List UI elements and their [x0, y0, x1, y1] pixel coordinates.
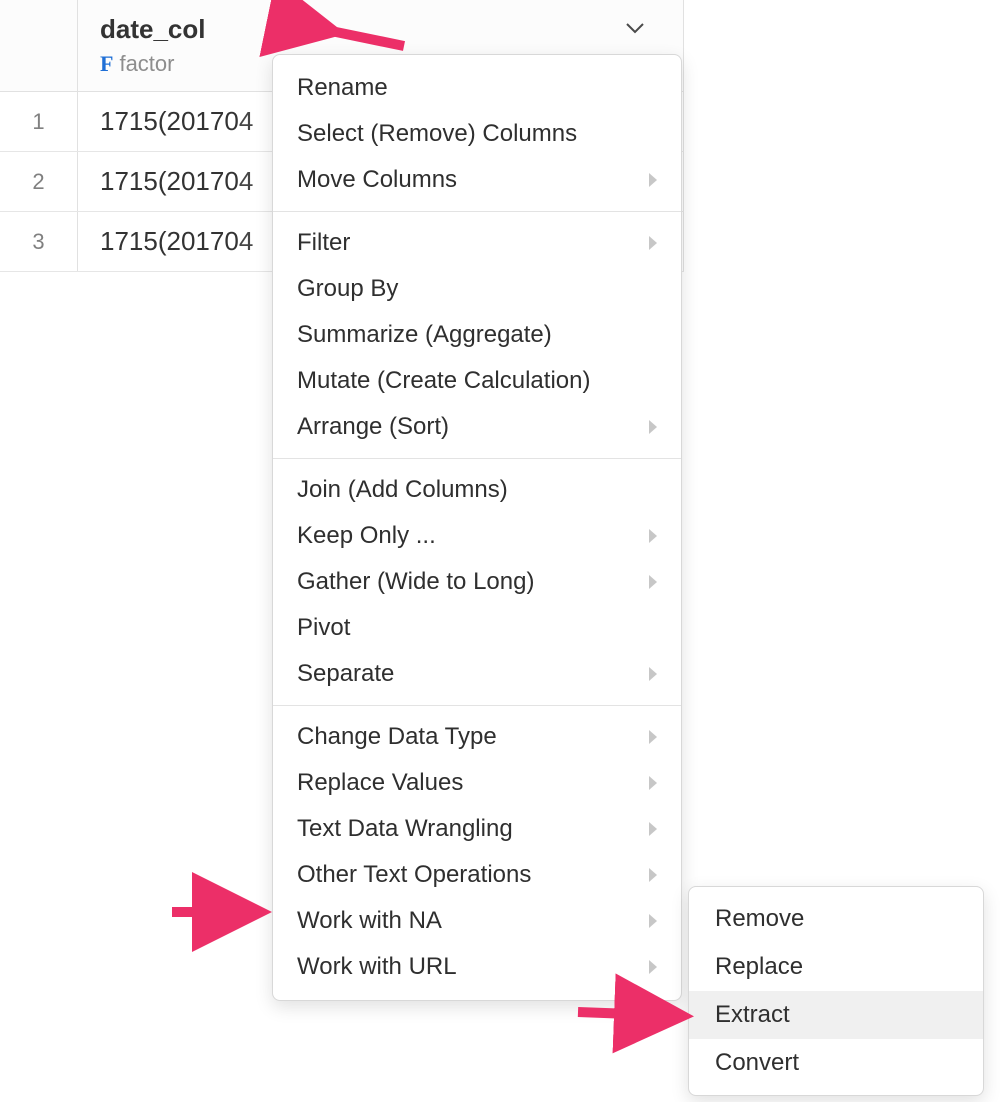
menu-item-arrange-sort[interactable]: Arrange (Sort)	[273, 404, 681, 450]
menu-item-gather-wide-to-long[interactable]: Gather (Wide to Long)	[273, 559, 681, 605]
menu-item-label: Move Columns	[297, 166, 457, 194]
submenu-arrow-icon	[649, 173, 657, 187]
column-menu-chevron-icon[interactable]	[625, 18, 645, 38]
submenu-item-extract[interactable]: Extract	[689, 991, 983, 1039]
menu-item-text-data-wrangling[interactable]: Text Data Wrangling	[273, 806, 681, 852]
submenu-arrow-icon	[649, 420, 657, 434]
menu-item-label: Replace Values	[297, 769, 463, 797]
column-context-menu[interactable]: Rename Select (Remove) Columns Move Column…	[272, 54, 682, 1001]
submenu-arrow-icon	[649, 529, 657, 543]
menu-item-replace-values[interactable]: Replace Values	[273, 760, 681, 806]
submenu-item-label: Remove	[715, 905, 804, 933]
rownum-cell: 2	[0, 152, 78, 211]
submenu-item-label: Extract	[715, 1001, 790, 1029]
menu-item-label: Rename	[297, 74, 388, 102]
submenu-arrow-icon	[649, 667, 657, 681]
submenu-item-remove[interactable]: Remove	[689, 895, 983, 943]
menu-item-filter[interactable]: Filter	[273, 220, 681, 266]
menu-item-rename[interactable]: Rename	[273, 65, 681, 111]
menu-separator	[273, 211, 681, 212]
menu-item-label: Summarize (Aggregate)	[297, 321, 552, 349]
menu-item-label: Pivot	[297, 614, 350, 642]
menu-item-move-columns[interactable]: Move Columns	[273, 157, 681, 203]
submenu-item-convert[interactable]: Convert	[689, 1039, 983, 1087]
menu-item-label: Filter	[297, 229, 350, 257]
text-wrangling-submenu[interactable]: Remove Replace Extract Convert	[688, 886, 984, 1096]
rownum-cell: 1	[0, 92, 78, 151]
menu-item-label: Text Data Wrangling	[297, 815, 513, 843]
menu-item-label: Separate	[297, 660, 394, 688]
submenu-arrow-icon	[649, 822, 657, 836]
menu-item-keep-only[interactable]: Keep Only ...	[273, 513, 681, 559]
submenu-arrow-icon	[649, 236, 657, 250]
menu-item-label: Keep Only ...	[297, 522, 436, 550]
menu-item-work-with-url[interactable]: Work with URL	[273, 944, 681, 990]
submenu-arrow-icon	[649, 868, 657, 882]
submenu-arrow-icon	[649, 776, 657, 790]
submenu-item-label: Convert	[715, 1049, 799, 1077]
menu-item-label: Join (Add Columns)	[297, 476, 508, 504]
menu-item-join-add-columns[interactable]: Join (Add Columns)	[273, 467, 681, 513]
menu-item-pivot[interactable]: Pivot	[273, 605, 681, 651]
menu-item-change-data-type[interactable]: Change Data Type	[273, 714, 681, 760]
annotation-arrow-right	[572, 994, 702, 1041]
menu-item-label: Arrange (Sort)	[297, 413, 449, 441]
menu-item-label: Gather (Wide to Long)	[297, 568, 534, 596]
submenu-arrow-icon	[649, 960, 657, 974]
submenu-item-replace[interactable]: Replace	[689, 943, 983, 991]
rownum-header	[0, 0, 78, 91]
submenu-arrow-icon	[649, 730, 657, 744]
menu-item-label: Work with URL	[297, 953, 457, 981]
menu-separator	[273, 705, 681, 706]
menu-item-label: Work with NA	[297, 907, 442, 935]
submenu-arrow-icon	[649, 914, 657, 928]
menu-item-mutate-create-calculation[interactable]: Mutate (Create Calculation)	[273, 358, 681, 404]
menu-item-select-remove-columns[interactable]: Select (Remove) Columns	[273, 111, 681, 157]
menu-separator	[273, 458, 681, 459]
rownum-cell: 3	[0, 212, 78, 271]
menu-item-label: Mutate (Create Calculation)	[297, 367, 590, 395]
annotation-arrow-left	[166, 892, 278, 937]
menu-item-separate[interactable]: Separate	[273, 651, 681, 697]
column-type-label: factor	[119, 51, 174, 77]
menu-item-other-text-operations[interactable]: Other Text Operations	[273, 852, 681, 898]
menu-item-work-with-na[interactable]: Work with NA	[273, 898, 681, 944]
menu-item-label: Group By	[297, 275, 398, 303]
factor-type-icon: F	[100, 51, 113, 77]
menu-item-label: Select (Remove) Columns	[297, 120, 577, 148]
annotation-arrow-top	[322, 14, 412, 61]
submenu-item-label: Replace	[715, 953, 803, 981]
submenu-arrow-icon	[649, 575, 657, 589]
menu-item-summarize-aggregate[interactable]: Summarize (Aggregate)	[273, 312, 681, 358]
menu-item-label: Change Data Type	[297, 723, 497, 751]
menu-item-group-by[interactable]: Group By	[273, 266, 681, 312]
menu-item-label: Other Text Operations	[297, 861, 531, 889]
